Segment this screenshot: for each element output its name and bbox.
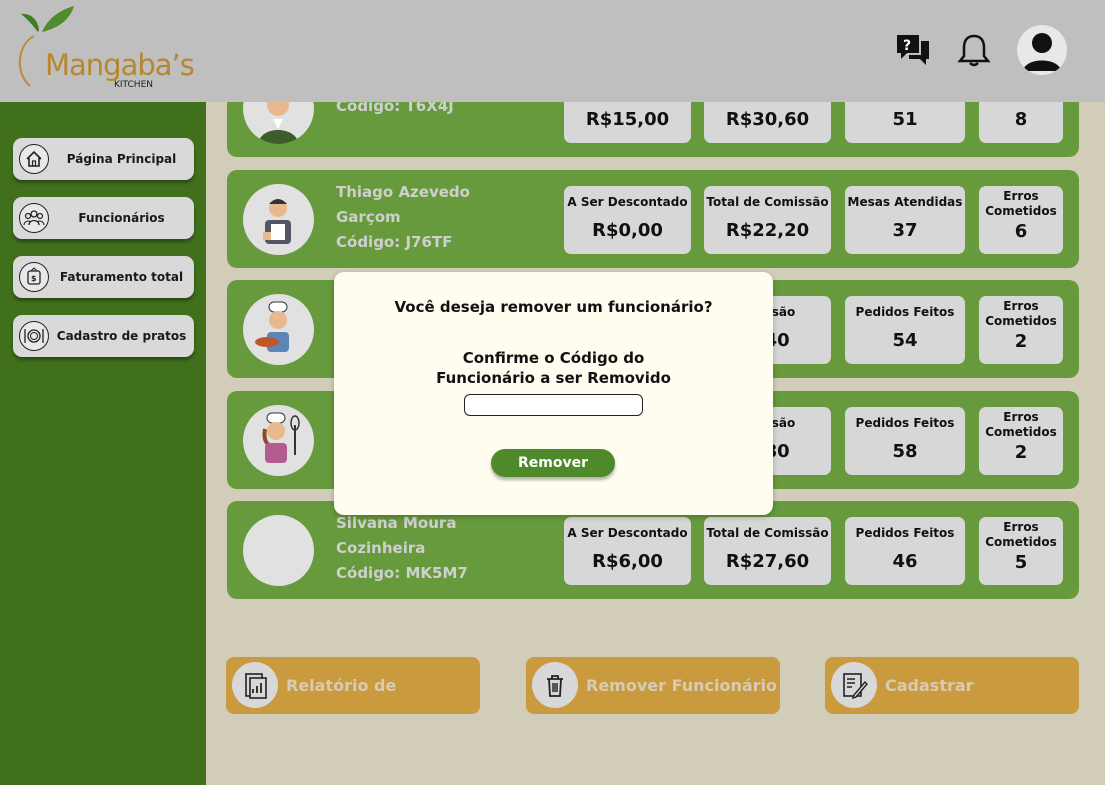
stat-box: Pedidos Feitos 46: [845, 517, 965, 585]
stat-value: 58: [892, 441, 918, 462]
stat-value: R$0,00: [592, 220, 663, 241]
employee-code: Código: J76TF: [336, 233, 453, 251]
user-avatar-icon[interactable]: [1017, 25, 1067, 75]
svg-text:?: ?: [903, 38, 911, 54]
stat-value: R$22,20: [725, 220, 810, 241]
remove-employee-dialog: Você deseja remover um funcionário? Conf…: [334, 272, 773, 515]
employee-role: Cozinheira: [336, 539, 426, 557]
confirm-remove-button[interactable]: Remover: [491, 449, 615, 477]
sidebar-item-home[interactable]: Página Principal: [13, 138, 194, 180]
stat-box: Erros Cometidos 6: [979, 186, 1063, 254]
stat-label: Pedidos Feitos: [855, 526, 955, 540]
stat-value: R$27,60: [725, 551, 810, 572]
stat-label: Erros Cometidos: [985, 410, 1057, 439]
dialog-question: Você deseja remover um funcionário?: [394, 298, 713, 316]
sidebar-item-dishes[interactable]: Cadastro de pratos: [13, 315, 194, 357]
stat-label: Total de Comissão: [706, 526, 829, 540]
stat-box: Mesas Atendidas 37: [845, 186, 965, 254]
plate-icon: [19, 321, 49, 351]
dialog-instruction-line1: Confirme o Código do: [462, 349, 645, 367]
sidebar-item-label: Cadastro de pratos: [56, 329, 187, 343]
stat-value: R$6,00: [592, 551, 663, 572]
stat-label: Erros Cometidos: [985, 189, 1057, 218]
stat-value: 8: [1014, 109, 1028, 130]
employee-code-input[interactable]: [464, 394, 643, 416]
register-form-icon: [831, 662, 877, 708]
sidebar-item-billing[interactable]: $ Faturamento total: [13, 256, 194, 298]
stat-label: Mesas Atendidas: [847, 195, 963, 209]
action-label: Remover Funcionário: [586, 676, 778, 695]
stat-label: Erros Cometidos: [985, 520, 1057, 549]
stat-box: Total de Comissão R$22,20: [704, 186, 831, 254]
stat-value: 37: [892, 220, 918, 241]
stat-box: Pedidos Feitos 54: [845, 296, 965, 364]
stat-box: A Ser Descontado R$0,00: [564, 186, 691, 254]
stat-value: 2: [1014, 442, 1028, 463]
brand-logo[interactable]: Mangaba’s KITCHEN: [12, 2, 195, 97]
home-icon: [19, 144, 49, 174]
dialog-instruction-line2: Funcionário a ser Removido: [436, 369, 671, 387]
stat-box: Erros Cometidos 2: [979, 296, 1063, 364]
stat-label: Total de Comissão: [706, 195, 829, 209]
stat-value: 6: [1014, 221, 1028, 242]
trash-icon: [532, 662, 578, 708]
employee-avatar: [243, 294, 314, 365]
stat-value: 46: [892, 551, 918, 572]
sidebar-item-label: Página Principal: [66, 152, 177, 166]
people-icon: [19, 203, 49, 233]
stat-box: A Ser Descontado R$6,00: [564, 517, 691, 585]
brand-name: Mangaba’s: [45, 48, 195, 82]
stat-label: Pedidos Feitos: [855, 416, 955, 430]
help-chat-icon[interactable]: ?: [895, 33, 931, 71]
stat-box: Erros Cometidos 5: [979, 517, 1063, 585]
stat-value: 54: [892, 330, 918, 351]
stat-box: Total de Comissão R$27,60: [704, 517, 831, 585]
stat-value: 51: [892, 109, 918, 130]
remove-employee-button[interactable]: Remover Funcionário: [526, 657, 780, 714]
stat-value: R$30,60: [725, 109, 810, 130]
employee-avatar: [243, 405, 314, 476]
stat-value: R$15,00: [585, 109, 670, 130]
stat-label: A Ser Descontado: [567, 195, 688, 209]
sidebar-item-label: Faturamento total: [59, 270, 184, 284]
commission-report-button[interactable]: Relatório de Comissão: [226, 657, 480, 752]
employee-card[interactable]: Silvana Moura Cozinheira Código: MK5M7 A…: [227, 501, 1079, 599]
employee-role: Garçom: [336, 208, 401, 226]
stat-label: A Ser Descontado: [567, 526, 688, 540]
sidebar-item-employees[interactable]: Funcionários: [13, 197, 194, 239]
brand-subtitle: KITCHEN: [114, 80, 153, 90]
employee-code: Código: MK5M7: [336, 564, 468, 582]
bell-icon[interactable]: [956, 32, 992, 72]
report-icon: [232, 662, 278, 708]
stat-label: Pedidos Feitos: [855, 305, 955, 319]
employee-avatar: [243, 184, 314, 255]
action-label: Relatório de Comissão: [286, 676, 397, 752]
action-label: Cadastrar Funcionário: [885, 676, 991, 752]
stat-box: Erros Cometidos 2: [979, 407, 1063, 475]
register-employee-button[interactable]: Cadastrar Funcionário: [825, 657, 1079, 752]
stat-box: Pedidos Feitos 58: [845, 407, 965, 475]
employee-avatar: [243, 515, 314, 586]
employee-name: Thiago Azevedo: [336, 183, 470, 201]
employee-card[interactable]: Thiago Azevedo Garçom Código: J76TF A Se…: [227, 170, 1079, 268]
billing-icon: $: [19, 262, 49, 292]
sidebar-item-label: Funcionários: [78, 211, 165, 225]
stat-label: Erros Cometidos: [985, 299, 1057, 328]
svg-text:$: $: [31, 274, 37, 283]
stat-value: 5: [1014, 552, 1028, 573]
stat-value: 2: [1014, 331, 1028, 352]
